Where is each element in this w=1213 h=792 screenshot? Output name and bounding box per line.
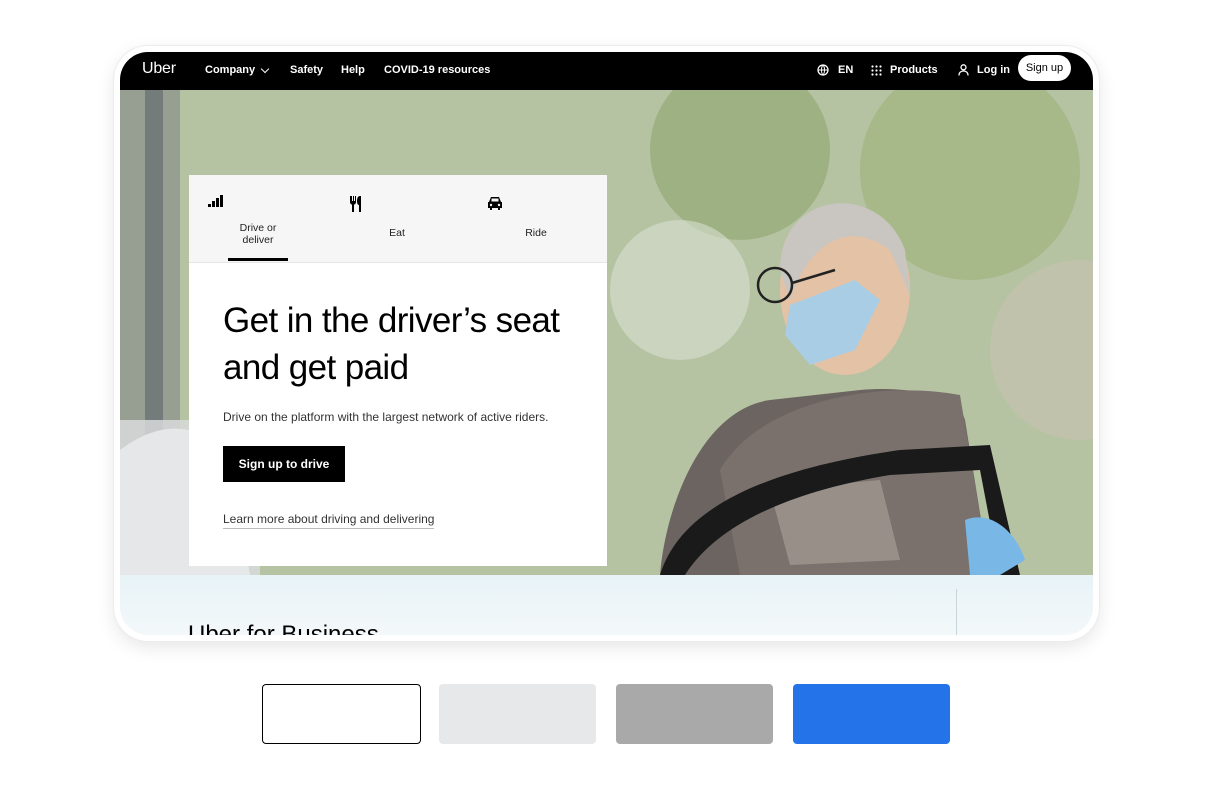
- tab-drive-or-deliver[interactable]: Drive or deliver: [208, 175, 308, 262]
- hero-subtext: Drive on the platform with the largest n…: [223, 410, 549, 424]
- swatch-white-outline[interactable]: [262, 684, 421, 744]
- nav-safety-link[interactable]: Safety: [290, 64, 323, 76]
- browser-screen: Uber Company Safety Help COVID-19 resour…: [120, 52, 1093, 635]
- products-label: Products: [890, 64, 938, 76]
- nav-help-link[interactable]: Help: [341, 64, 365, 76]
- language-selector[interactable]: EN: [817, 64, 853, 76]
- signup-card: Drive or deliver Eat Ride Get in the dri…: [189, 175, 607, 566]
- hero-banner: Drive or deliver Eat Ride Get in the dri…: [120, 90, 1093, 575]
- login-label: Log in: [977, 64, 1010, 76]
- nav-company-label: Company: [205, 64, 256, 76]
- tab-ride-label: Ride: [525, 227, 547, 239]
- nav-company-menu[interactable]: Company: [205, 64, 270, 76]
- product-tabs: Drive or deliver Eat Ride: [189, 175, 607, 263]
- device-frame: Uber Company Safety Help COVID-19 resour…: [114, 46, 1099, 641]
- fork-knife-icon: [350, 196, 361, 212]
- sign-up-to-drive-button[interactable]: Sign up to drive: [223, 446, 345, 482]
- hero-headline: Get in the driver’s seat and get paid: [223, 301, 560, 387]
- tab-eat-label: Eat: [389, 227, 405, 239]
- chevron-down-icon: [260, 64, 270, 73]
- section-title: Uber for Business: [188, 621, 379, 635]
- user-icon: [958, 64, 969, 76]
- globe-icon: [817, 64, 829, 76]
- login-link[interactable]: Log in: [958, 64, 1010, 76]
- uber-logo[interactable]: Uber: [142, 60, 176, 78]
- swatch-blue[interactable]: [793, 684, 950, 744]
- tab-ride[interactable]: Ride: [486, 175, 586, 262]
- grid-dots-icon: [871, 64, 882, 76]
- swatch-light-gray[interactable]: [439, 684, 596, 744]
- car-icon: [488, 197, 502, 210]
- signup-button[interactable]: Sign up: [1018, 55, 1071, 81]
- tab-drive-or-deliver-label: Drive or deliver: [239, 222, 277, 246]
- section-divider: [956, 589, 957, 635]
- tab-eat[interactable]: Eat: [347, 175, 447, 262]
- learn-more-link[interactable]: Learn more about driving and delivering: [223, 512, 435, 529]
- active-tab-indicator: [228, 258, 288, 261]
- top-navigation-bar: Uber Company Safety Help COVID-19 resour…: [120, 52, 1093, 90]
- products-menu[interactable]: Products: [871, 64, 938, 76]
- signal-bars-icon: [208, 195, 223, 207]
- nav-covid-link[interactable]: COVID-19 resources: [384, 64, 490, 76]
- swatch-medium-gray[interactable]: [616, 684, 773, 744]
- language-label: EN: [838, 64, 854, 76]
- business-section: Uber for Business: [120, 575, 1093, 635]
